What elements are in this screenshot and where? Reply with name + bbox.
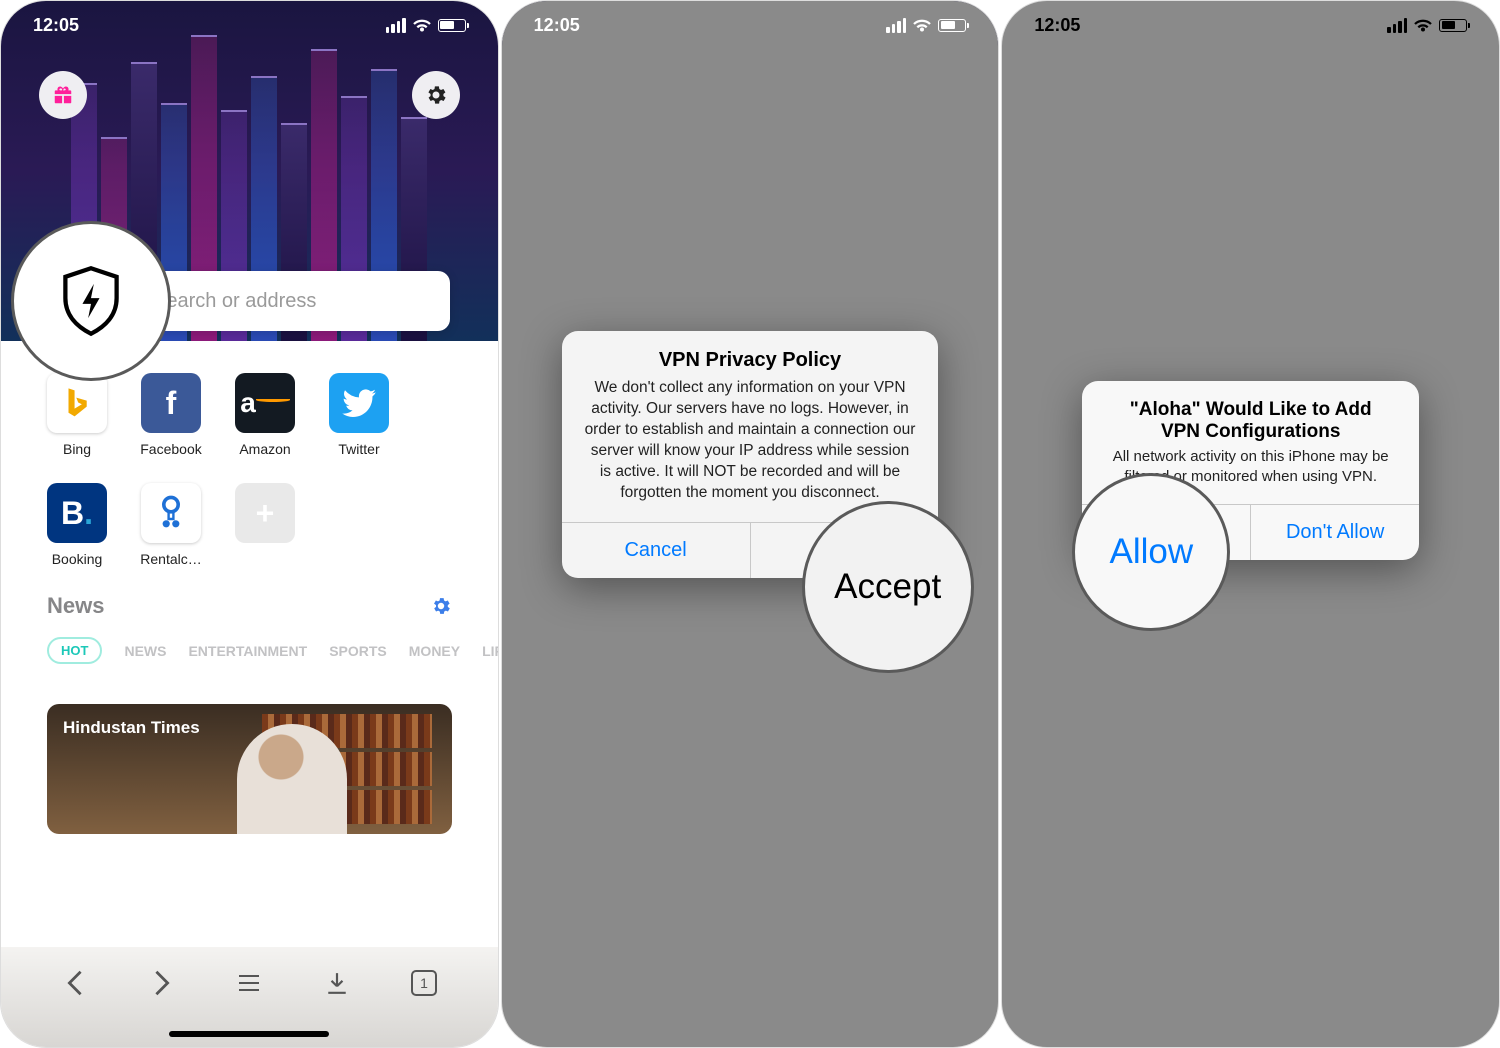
tile-facebook[interactable]: fFacebook [137, 373, 205, 457]
status-icons [886, 18, 966, 33]
gear-icon [430, 595, 452, 617]
wifi-icon [412, 18, 432, 33]
vpn-shield-small-icon[interactable] [65, 288, 91, 314]
cellular-icon [386, 18, 406, 33]
news-tab-sports[interactable]: SPORTS [329, 643, 387, 659]
gear-icon [424, 83, 448, 107]
status-bar: 12:05 [1, 1, 498, 49]
home-indicator[interactable] [169, 1031, 329, 1037]
vpn-privacy-modal: VPN Privacy Policy We don't collect any … [562, 331, 939, 578]
system-vpn-modal: "Aloha" Would Like to Add VPN Configurat… [1082, 381, 1419, 560]
news-tab-entertainment[interactable]: ENTERTAINMENT [188, 643, 307, 659]
news-tab-news[interactable]: NEWS [124, 643, 166, 659]
speed-dial-grid: Bing fFacebook aAmazon Twitter B.Booking… [1, 341, 498, 567]
status-time: 12:05 [33, 15, 79, 36]
phone-screen-2: 12:05 Bing fFacebook aAmazon Twitter B.B… [501, 0, 1000, 1048]
search-input[interactable] [153, 290, 434, 313]
modal-title: "Aloha" Would Like to Add VPN Configurat… [1082, 381, 1419, 447]
status-bar: 12:05 [502, 1, 999, 49]
tile-add[interactable]: + [231, 483, 299, 567]
tabs-button[interactable]: 1 [408, 967, 440, 999]
tile-twitter[interactable]: Twitter [325, 373, 393, 457]
tile-amazon[interactable]: aAmazon [231, 373, 299, 457]
article-source: Hindustan Times [63, 718, 200, 738]
news-settings-button[interactable] [430, 595, 452, 617]
news-tab-money[interactable]: MONEY [409, 643, 460, 659]
status-icons [1387, 18, 1467, 33]
gift-button[interactable] [39, 71, 87, 119]
news-tab-hot[interactable]: HOT [47, 637, 102, 664]
phone-screen-3: 12:05 "Aloha" Would Like to Add VPN Conf… [1001, 0, 1500, 1048]
settings-button[interactable] [412, 71, 460, 119]
menu-button[interactable] [233, 967, 265, 999]
wifi-icon [1413, 18, 1433, 33]
battery-icon [938, 19, 966, 32]
status-bar: 12:05 [1002, 1, 1499, 49]
phone-screen-1: 12:05 Bing fFacebook aAmazon Twitter B.B… [0, 0, 499, 1048]
modal-title: VPN Privacy Policy [562, 331, 939, 378]
dont-allow-button[interactable]: Don't Allow [1250, 505, 1419, 560]
news-tab-lifestyle[interactable]: LIFES [482, 643, 499, 659]
wifi-icon [912, 18, 932, 33]
news-article-card[interactable]: Hindustan Times [47, 704, 452, 834]
allow-button[interactable]: Allow [1082, 505, 1250, 560]
search-icon[interactable] [105, 284, 139, 318]
search-bar[interactable] [49, 271, 450, 331]
news-heading: News [47, 593, 104, 619]
battery-icon [438, 19, 466, 32]
status-time: 12:05 [1034, 15, 1080, 36]
news-section: News HOT NEWS ENTERTAINMENT SPORTS MONEY… [1, 567, 498, 664]
status-time: 12:05 [534, 15, 580, 36]
back-button[interactable] [59, 967, 91, 999]
tile-rentalcars[interactable]: Rentalc… [137, 483, 205, 567]
modal-message: All network activity on this iPhone may … [1082, 447, 1419, 504]
cellular-icon [886, 18, 906, 33]
forward-button[interactable] [146, 967, 178, 999]
downloads-button[interactable] [321, 967, 353, 999]
battery-icon [1439, 19, 1467, 32]
accept-button[interactable]: Accept [750, 523, 939, 578]
tile-bing[interactable]: Bing [43, 373, 111, 457]
news-tabs: HOT NEWS ENTERTAINMENT SPORTS MONEY LIFE… [47, 637, 452, 664]
cellular-icon [1387, 18, 1407, 33]
status-icons [386, 18, 466, 33]
tile-booking[interactable]: B.Booking [43, 483, 111, 567]
modal-message: We don't collect any information on your… [562, 378, 939, 522]
cancel-button[interactable]: Cancel [562, 523, 750, 578]
gift-icon [52, 84, 74, 106]
